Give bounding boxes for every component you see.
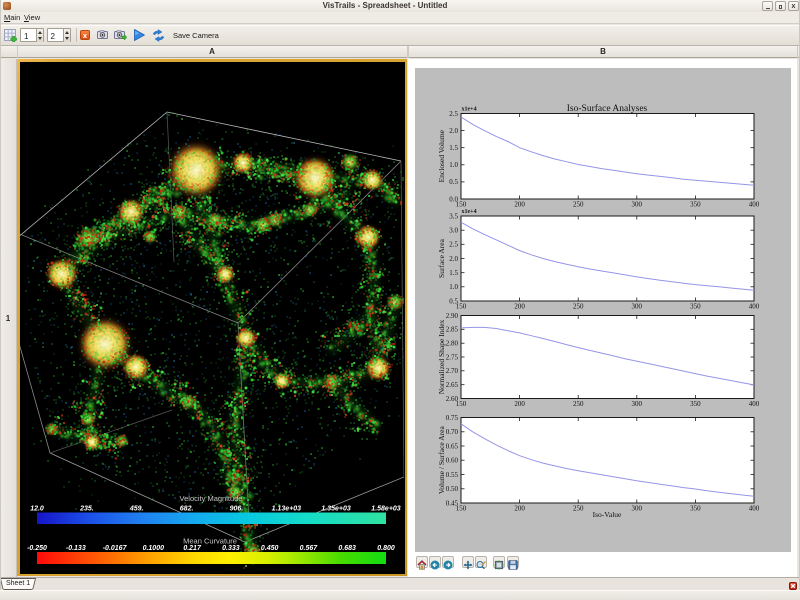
svg-text:x1e+4: x1e+4 (462, 209, 477, 215)
svg-text:0.217: 0.217 (183, 545, 202, 552)
svg-text:0.50: 0.50 (446, 485, 459, 493)
svg-text:2.5: 2.5 (449, 110, 458, 118)
svg-text:0.5: 0.5 (449, 178, 458, 186)
svg-text:400: 400 (749, 400, 760, 408)
svg-text:Enclosed Volume: Enclosed Volume (437, 129, 446, 182)
svg-text:1.5: 1.5 (449, 144, 458, 152)
svg-text:459.: 459. (128, 505, 143, 512)
svg-text:0.55: 0.55 (446, 471, 459, 479)
svg-text:0.683: 0.683 (338, 545, 356, 552)
svg-text:2.65: 2.65 (446, 381, 459, 389)
svg-text:235.: 235. (79, 505, 94, 512)
svg-text:250: 250 (573, 400, 584, 408)
svg-text:300: 300 (632, 201, 643, 209)
svg-text:200: 200 (514, 201, 525, 209)
svg-text:Velocity Magnitude: Velocity Magnitude (179, 494, 242, 503)
svg-text:0.5: 0.5 (449, 297, 458, 305)
svg-text:350: 350 (690, 201, 701, 209)
svg-text:2.90: 2.90 (446, 312, 459, 320)
svg-text:2.75: 2.75 (446, 353, 459, 361)
svg-text:0.75: 0.75 (446, 414, 459, 422)
svg-text:300: 300 (632, 505, 643, 513)
svg-text:400: 400 (749, 505, 760, 513)
svg-text:350: 350 (690, 505, 701, 513)
svg-text:Volume / Surface Area: Volume / Surface Area (437, 426, 446, 495)
svg-text:Surface Area: Surface Area (437, 238, 446, 278)
svg-text:2.85: 2.85 (446, 326, 459, 334)
svg-text:350: 350 (690, 400, 701, 408)
svg-text:0.800: 0.800 (377, 545, 395, 552)
svg-text:300: 300 (632, 400, 643, 408)
svg-text:0.0: 0.0 (449, 195, 458, 203)
svg-text:x1e+4: x1e+4 (462, 107, 477, 113)
svg-text:2.0: 2.0 (449, 127, 458, 135)
svg-text:-0.250: -0.250 (27, 545, 47, 552)
svg-text:2.80: 2.80 (446, 340, 459, 348)
svg-text:Normalized Shape Index: Normalized Shape Index (437, 319, 446, 394)
svg-text:200: 200 (514, 400, 525, 408)
svg-text:0.45: 0.45 (446, 499, 459, 507)
svg-text:0.450: 0.450 (260, 545, 278, 552)
svg-text:2.60: 2.60 (446, 395, 459, 403)
svg-text:3.0: 3.0 (449, 227, 458, 235)
svg-text:300: 300 (632, 303, 643, 311)
svg-text:0.60: 0.60 (446, 457, 459, 465)
svg-text:1.13e+03: 1.13e+03 (271, 505, 300, 512)
svg-text:2.0: 2.0 (449, 255, 458, 263)
svg-text:1.0: 1.0 (449, 161, 458, 169)
svg-text:906.: 906. (229, 505, 243, 512)
svg-text:682.: 682. (179, 505, 193, 512)
svg-text:200: 200 (514, 303, 525, 311)
svg-text:Iso-Surface Analyses: Iso-Surface Analyses (567, 103, 648, 114)
svg-text:2.5: 2.5 (449, 241, 458, 249)
svg-text:250: 250 (573, 505, 584, 513)
svg-text:1.35e+03: 1.35e+03 (321, 505, 350, 512)
svg-text:1.0: 1.0 (449, 283, 458, 291)
svg-text:0.567: 0.567 (299, 545, 318, 552)
svg-text:-0.0167: -0.0167 (102, 545, 127, 552)
svg-text:0.65: 0.65 (446, 442, 459, 450)
svg-text:3.5: 3.5 (449, 212, 458, 220)
svg-text:12.0: 12.0 (30, 505, 44, 512)
svg-text:1.58e+03: 1.58e+03 (371, 505, 400, 512)
svg-text:-0.133: -0.133 (65, 545, 85, 552)
svg-text:250: 250 (573, 201, 584, 209)
svg-text:400: 400 (749, 303, 760, 311)
svg-text:2.70: 2.70 (446, 367, 459, 375)
svg-text:200: 200 (514, 505, 525, 513)
svg-text:0.1000: 0.1000 (142, 545, 164, 552)
svg-text:350: 350 (690, 303, 701, 311)
svg-text:Iso-Value: Iso-Value (593, 510, 622, 519)
svg-text:250: 250 (573, 303, 584, 311)
svg-text:0.333: 0.333 (222, 545, 240, 552)
svg-text:1.5: 1.5 (449, 269, 458, 277)
svg-text:400: 400 (749, 201, 760, 209)
svg-text:0.70: 0.70 (446, 428, 459, 436)
